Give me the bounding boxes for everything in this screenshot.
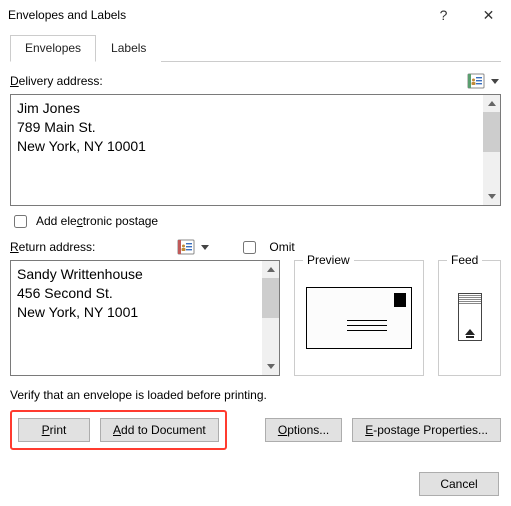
scroll-thumb[interactable] xyxy=(483,112,500,152)
titlebar: Envelopes and Labels ? ✕ xyxy=(0,0,511,30)
tabstrip: Envelopes Labels xyxy=(10,34,501,62)
delivery-address-field-wrap xyxy=(10,94,501,206)
cancel-button[interactable]: Cancel xyxy=(419,472,499,496)
scroll-down-icon[interactable] xyxy=(262,358,279,375)
address-book-icon xyxy=(177,238,197,256)
scroll-thumb[interactable] xyxy=(262,278,279,318)
scrollbar[interactable] xyxy=(483,95,500,205)
return-address-input[interactable] xyxy=(11,261,262,375)
add-to-document-button[interactable]: Add to Document xyxy=(100,418,219,442)
feed-title: Feed xyxy=(447,253,482,267)
delivery-address-input[interactable] xyxy=(11,95,483,205)
scroll-down-icon[interactable] xyxy=(483,188,500,205)
return-address-label: Return address: xyxy=(10,240,95,254)
envelope-preview-icon xyxy=(306,287,412,349)
preview-panel[interactable]: Preview xyxy=(294,260,424,376)
tab-labels[interactable]: Labels xyxy=(96,35,161,62)
return-address-field-wrap xyxy=(10,260,280,376)
scroll-up-icon[interactable] xyxy=(483,95,500,112)
feed-panel[interactable]: Feed xyxy=(438,260,501,376)
omit-label: Omit xyxy=(269,240,294,254)
delivery-address-label: Delivery address: xyxy=(10,74,465,88)
window-title: Envelopes and Labels xyxy=(8,8,421,22)
help-button[interactable]: ? xyxy=(421,0,466,30)
tab-envelopes[interactable]: Envelopes xyxy=(10,35,96,62)
verify-message: Verify that an envelope is loaded before… xyxy=(10,388,501,402)
print-button[interactable]: Print xyxy=(18,418,90,442)
highlight-annotation: Print Add to Document xyxy=(10,410,227,450)
address-book-dropdown[interactable] xyxy=(465,71,501,91)
omit-checkbox[interactable] xyxy=(243,241,256,254)
chevron-down-icon xyxy=(201,245,209,250)
address-book-icon xyxy=(467,72,487,90)
epostage-properties-button[interactable]: E-postage Properties... xyxy=(352,418,501,442)
chevron-down-icon xyxy=(491,79,499,84)
electronic-postage-label: Add electronic postage xyxy=(36,214,158,228)
feed-orientation-icon xyxy=(458,293,482,341)
scroll-up-icon[interactable] xyxy=(262,261,279,278)
scrollbar[interactable] xyxy=(262,261,279,375)
options-button[interactable]: Options... xyxy=(265,418,342,442)
close-button[interactable]: ✕ xyxy=(466,0,511,30)
electronic-postage-checkbox[interactable] xyxy=(14,215,27,228)
preview-title: Preview xyxy=(303,253,354,267)
return-address-book-dropdown[interactable] xyxy=(175,237,211,257)
